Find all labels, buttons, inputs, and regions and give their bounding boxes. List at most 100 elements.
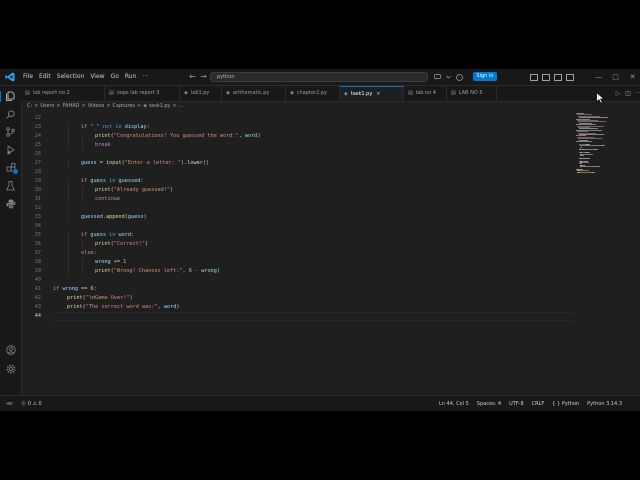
minimap-token <box>583 153 592 155</box>
minimap-token <box>583 166 594 168</box>
vscode-window: File Edit Selection View Go Run ··· ← → … <box>0 69 640 411</box>
tab-chapter2-py[interactable]: ◆ chapter2.py <box>286 86 340 101</box>
tab-oops-lab-report-3[interactable]: ▤ oops lab report 3 <box>105 86 180 101</box>
breadcrumb-item[interactable]: Captures <box>113 102 136 111</box>
python-interpreter[interactable]: Python 3.14.3 <box>587 396 622 411</box>
explorer-icon[interactable] <box>0 88 21 104</box>
minimap-token <box>598 166 600 168</box>
code-token: if <box>81 178 91 184</box>
more-actions-icon[interactable]: ··· <box>633 90 640 97</box>
close-tab-icon[interactable]: × <box>376 91 380 97</box>
end-of-line[interactable]: CRLF <box>532 396 545 411</box>
menu-bar: File Edit Selection View Go Run ··· <box>20 69 151 85</box>
search-icon[interactable] <box>0 106 21 122</box>
code-token: 1 <box>123 259 127 265</box>
line-number: 28 <box>34 169 41 175</box>
tab-arithematic-py[interactable]: ◆ arithematic.py <box>222 86 286 101</box>
menu-more[interactable]: ··· <box>139 69 151 85</box>
encoding[interactable]: UTF-8 <box>509 396 524 411</box>
account-circle-icon[interactable] <box>454 69 465 85</box>
menu-edit[interactable]: Edit <box>36 69 54 85</box>
close-icon[interactable]: ✕ <box>624 69 640 85</box>
source-control-icon[interactable] <box>0 124 21 140</box>
python-file-icon: ◆ <box>184 90 188 96</box>
tab-lab-no-4[interactable]: ▤ lab no 4 <box>404 86 447 101</box>
breadcrumb: C: > Users > FAHAD > Videos > Captures > ◆ tas… <box>27 102 184 111</box>
code-token: not in <box>102 124 122 130</box>
maximize-icon[interactable]: □ <box>607 69 624 85</box>
code-token: break <box>95 142 111 148</box>
breadcrumb-item[interactable]: task1.py <box>149 102 170 111</box>
split-editor-icon[interactable]: ◫ <box>623 90 633 97</box>
tab-task1-py[interactable]: ◆ task1.py × <box>340 86 404 101</box>
breadcrumb-item[interactable]: C: <box>27 102 32 111</box>
breadcrumb-item[interactable]: Videos <box>88 102 105 111</box>
toggle-secondary-sidebar-icon[interactable] <box>552 69 564 85</box>
menu-go[interactable]: Go <box>108 69 122 85</box>
chat-icon[interactable] <box>432 69 443 85</box>
code-editor[interactable]: 22 23 24 25 26 27 28 29 30 31 32 33 34 35 36 37 38 39 40 41… <box>21 111 573 395</box>
menu-file[interactable]: File <box>20 69 36 85</box>
indent-guide <box>68 213 69 222</box>
indentation[interactable]: Spaces: 4 <box>477 396 501 411</box>
current-line-highlight <box>53 312 573 321</box>
back-arrow-icon[interactable]: ← <box>187 69 198 85</box>
chevron-down-icon[interactable] <box>443 69 454 85</box>
line-number: 43 <box>34 304 41 310</box>
language-mode[interactable]: { } Python <box>552 396 579 411</box>
customize-layout-icon[interactable] <box>564 69 576 85</box>
tab-label: oops lab report 3 <box>116 90 160 96</box>
code-token: "_" <box>90 124 100 130</box>
tab-label: arithematic.py <box>232 90 270 96</box>
menu-view[interactable]: View <box>87 69 107 85</box>
toggle-panel-icon[interactable] <box>540 69 552 85</box>
minimize-icon[interactable]: — <box>590 69 607 85</box>
minimap[interactable] <box>574 111 626 173</box>
menu-run[interactable]: Run <box>122 69 140 85</box>
indent-guide <box>82 186 83 195</box>
testing-icon[interactable] <box>0 178 21 194</box>
vertical-scrollbar[interactable] <box>630 111 638 395</box>
code-line: print("Wrong! Chances left:", 6 - wrong) <box>95 267 220 276</box>
code-line: if guess in guessed: <box>81 177 144 186</box>
python-icon[interactable] <box>0 196 21 212</box>
extensions-icon[interactable] <box>0 160 21 176</box>
cursor-position[interactable]: Ln 44, Col 5 <box>439 396 469 411</box>
code-token: ) <box>176 304 180 310</box>
indent-guide <box>82 132 83 141</box>
problems-indicator[interactable]: ⓧ 0 ⚠ 0 <box>21 396 42 411</box>
minimap-token <box>580 155 584 156</box>
code-token: lower <box>187 160 203 166</box>
tab-label: lab no 4 <box>415 90 436 96</box>
tab-label: lab1.py <box>190 90 210 96</box>
settings-gear-icon[interactable] <box>0 361 21 377</box>
run-debug-icon[interactable] <box>0 142 21 158</box>
sign-in-button[interactable]: Sign In <box>473 72 497 81</box>
code-area[interactable]: if "_" not in display: print("Congratulat… <box>53 111 573 395</box>
toggle-primary-sidebar-icon[interactable] <box>528 69 540 85</box>
activity-bar <box>0 86 22 395</box>
code-token: word <box>163 304 177 310</box>
breadcrumb-item[interactable]: FAHAD <box>63 102 80 111</box>
tab-lab-no-5[interactable]: ▤ LAB NO 5 <box>447 86 497 101</box>
forward-arrow-icon[interactable]: → <box>198 69 209 85</box>
indent-guide <box>68 231 69 240</box>
breadcrumb-item[interactable]: Users <box>40 102 54 111</box>
code-token: print <box>95 187 111 193</box>
code-line: if wrong == 6: <box>53 285 97 294</box>
breadcrumb-separator: > <box>137 103 142 109</box>
code-token: - <box>191 268 202 274</box>
remote-icon[interactable]: ⋘ <box>6 396 13 411</box>
active-indicator <box>0 91 1 102</box>
tab-lab1-py[interactable]: ◆ lab1.py <box>180 86 222 101</box>
tab-lab-report-no-2[interactable]: ▤ lab report no 2 <box>21 86 105 101</box>
code-token: guess <box>90 178 106 184</box>
account-icon[interactable] <box>0 342 21 358</box>
file-icon: ▤ <box>25 90 30 96</box>
run-python-file-icon[interactable]: ▷ <box>613 90 623 97</box>
menu-selection[interactable]: Selection <box>54 69 88 85</box>
command-center-search[interactable]: python <box>210 72 428 82</box>
navigation-arrows: ← → <box>187 69 209 85</box>
breadcrumb-item[interactable]: ... <box>179 102 184 111</box>
code-token: ) <box>216 268 220 274</box>
